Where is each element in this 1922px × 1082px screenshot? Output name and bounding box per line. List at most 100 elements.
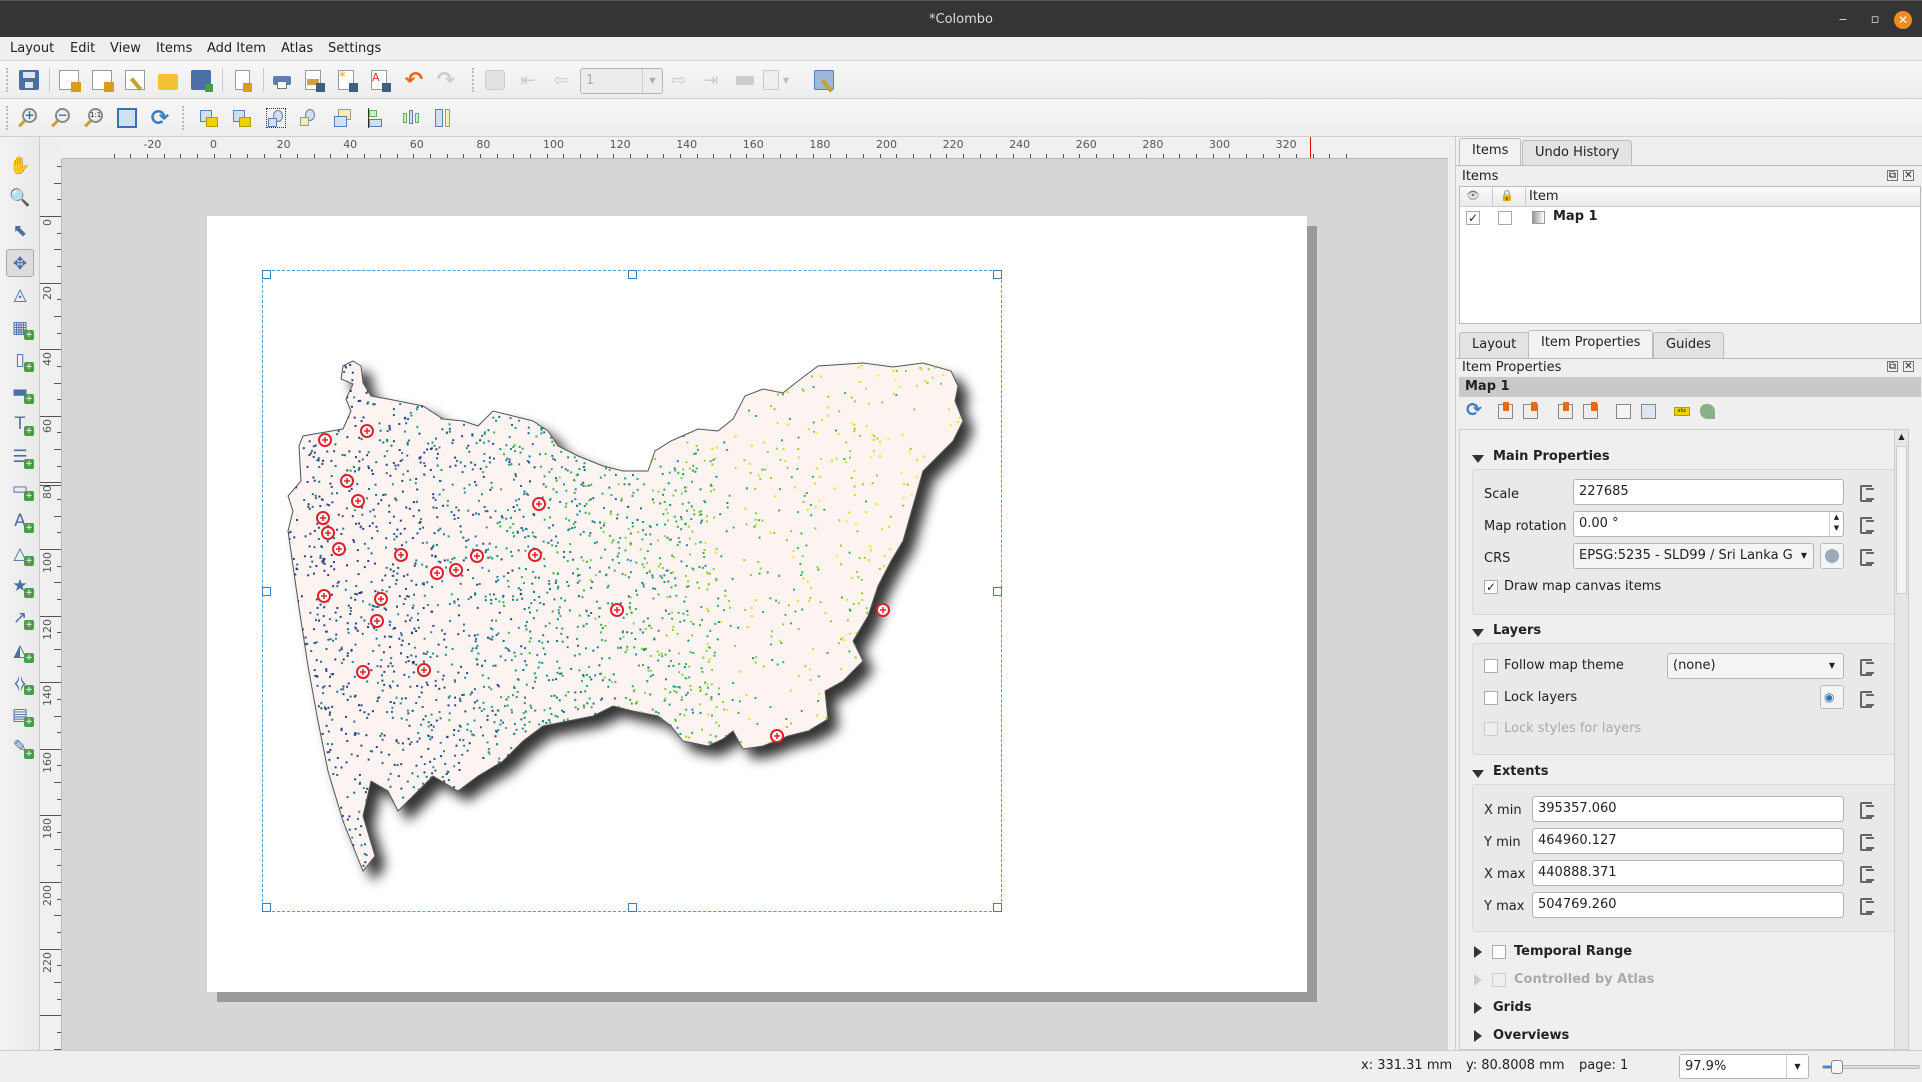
undo-button[interactable]: ↶ [400, 66, 428, 94]
tab-item-properties[interactable]: Item Properties [1528, 330, 1654, 358]
set-scale-icon[interactable] [1558, 402, 1573, 419]
crs-select[interactable]: EPSG:5235 - SLD99 / Sri Lanka G ▼ [1573, 543, 1814, 569]
horizontal-ruler[interactable]: -20 0 20 40 60 80 100 120 140 160 180 200 220 240 260 2… [62, 137, 1448, 159]
lock-layers-checkbox[interactable] [1484, 691, 1498, 705]
export-image-button[interactable] [299, 66, 327, 94]
resize-handle-top-left[interactable] [262, 270, 271, 279]
add-pages-button[interactable] [228, 66, 256, 94]
section-layers[interactable]: Layers [1493, 623, 1541, 638]
float-panel-icon[interactable]: ⧉ [1887, 170, 1898, 181]
float-panel-icon[interactable]: ⧉ [1887, 361, 1898, 372]
tool-move-content-button[interactable]: ✥ [6, 248, 34, 277]
toolbar-grip[interactable] [6, 106, 10, 130]
tool-add-3d-map-button[interactable]: ▦ + [6, 314, 34, 342]
zoom-slider[interactable] [1822, 1060, 1920, 1074]
item-visible-checkbox[interactable]: ✓ [1466, 211, 1480, 225]
data-defined-override-icon[interactable] [1856, 798, 1880, 820]
resize-handle-right[interactable] [993, 587, 1002, 596]
atlas-page-select[interactable]: 1 ▼ [580, 68, 663, 94]
ymax-input[interactable]: 504769.260 [1532, 892, 1844, 918]
collapse-icon[interactable] [1472, 770, 1484, 778]
layout-page[interactable] [207, 216, 1307, 992]
section-grids[interactable]: Grids [1493, 1000, 1532, 1015]
bookmark-icon[interactable] [1616, 404, 1631, 419]
draw-canvas-items-checkbox[interactable]: ✓ [1484, 580, 1498, 594]
tool-add-fixed-table-button[interactable]: ✎ + [6, 733, 34, 761]
menu-layout[interactable]: Layout [10, 41, 54, 56]
zoom-actual-button[interactable]: 1:1 [80, 104, 108, 132]
menu-view[interactable]: View [110, 41, 141, 56]
data-defined-override-icon[interactable] [1856, 513, 1880, 535]
tool-add-attribute-table-button[interactable]: ▤ + [6, 701, 34, 729]
scale-input[interactable]: 227685 [1573, 479, 1844, 505]
tab-undo-history[interactable]: Undo History [1522, 140, 1633, 166]
collapse-icon[interactable] [1472, 455, 1484, 463]
map-rotation-spinbox[interactable]: 0.00 ° ▲ ▼ [1573, 511, 1844, 537]
map-theme-select[interactable]: (none) ▼ [1667, 653, 1844, 679]
scrollbar-thumb[interactable] [1896, 446, 1907, 594]
refresh-preview-icon[interactable]: ⟳ [1466, 399, 1482, 421]
unlock-items-button[interactable] [229, 104, 257, 132]
tool-add-shape-button[interactable]: △ + [6, 540, 34, 568]
tool-add-html-button[interactable]: ⧼⧽ + [6, 669, 34, 697]
save-button[interactable] [15, 66, 43, 94]
print-button[interactable] [268, 66, 296, 94]
item-lock-checkbox[interactable] [1498, 211, 1512, 225]
align-button[interactable] [363, 104, 391, 132]
clipping-icon[interactable] [1700, 404, 1715, 419]
resize-handle-top[interactable] [628, 270, 637, 279]
data-defined-override-icon[interactable] [1856, 655, 1880, 677]
atlas-last-button[interactable]: ⇥ [697, 66, 725, 94]
atlas-preview-button[interactable] [481, 66, 509, 94]
tab-layout[interactable]: Layout [1459, 332, 1530, 358]
atlas-print-button[interactable] [731, 66, 759, 94]
expand-icon[interactable] [1474, 974, 1482, 986]
data-defined-override-icon[interactable] [1856, 481, 1880, 503]
menu-items[interactable]: Items [156, 41, 192, 56]
follow-theme-checkbox[interactable] [1484, 659, 1498, 673]
temporal-range-checkbox[interactable] [1492, 945, 1506, 959]
tool-add-label-button[interactable]: T + [6, 410, 34, 438]
spin-arrows-icon[interactable]: ▲ ▼ [1829, 512, 1843, 536]
section-controlled-by-atlas[interactable]: Controlled by Atlas [1514, 972, 1654, 987]
item-row[interactable]: ✓ Map 1 [1460, 208, 1920, 228]
zoom-out-button[interactable]: − [47, 104, 75, 132]
expand-icon[interactable] [1474, 946, 1482, 958]
set-extent-icon[interactable] [1498, 402, 1513, 419]
distribute-button[interactable] [396, 104, 424, 132]
menu-settings[interactable]: Settings [328, 41, 381, 56]
resize-handle-left[interactable] [262, 587, 271, 596]
new-layout-button[interactable] [55, 66, 83, 94]
tool-add-picture-button[interactable]: ▬ + [6, 378, 34, 406]
section-overviews[interactable]: Overviews [1493, 1028, 1569, 1043]
save-template-button[interactable] [187, 66, 215, 94]
layout-canvas[interactable] [62, 159, 1448, 1050]
scroll-up-icon[interactable]: ▲ [1895, 430, 1908, 444]
select-crs-button[interactable] [1820, 543, 1844, 569]
layer-visibility-button[interactable]: ◉ [1820, 685, 1844, 709]
atlas-export-button[interactable]: ▼ [762, 66, 790, 94]
collapse-icon[interactable] [1472, 629, 1484, 637]
toolbar-grip[interactable] [6, 68, 10, 92]
refresh-button[interactable]: ⟳ [146, 104, 174, 132]
tab-items[interactable]: Items [1459, 138, 1522, 166]
close-panel-icon[interactable]: ✕ [1903, 361, 1914, 372]
lock-items-button[interactable] [196, 104, 224, 132]
tool-add-scale-bar-button[interactable]: ▭ + [6, 475, 34, 503]
resize-handle-top-right[interactable] [993, 270, 1002, 279]
tool-add-map-button[interactable]: ▯ + [6, 346, 34, 374]
zoom-slider-thumb[interactable] [1830, 1060, 1843, 1074]
data-defined-override-icon[interactable] [1856, 862, 1880, 884]
label-settings-icon[interactable]: abc [1674, 407, 1690, 416]
resize-handle-bottom-left[interactable] [262, 903, 271, 912]
group-items-button[interactable] [262, 104, 290, 132]
tab-guides[interactable]: Guides [1653, 332, 1724, 358]
view-extent-icon[interactable] [1523, 402, 1538, 419]
properties-scrollbar[interactable]: ▲ [1894, 430, 1908, 1049]
vertical-ruler[interactable]: 0 20 40 60 80 100 120 140 160 180 200 220 [40, 159, 62, 1050]
tool-add-north-arrow-button[interactable]: A + [6, 507, 34, 535]
layout-manager-button[interactable] [121, 66, 149, 94]
section-extents[interactable]: Extents [1493, 764, 1549, 779]
ymin-input[interactable]: 464960.127 [1532, 828, 1844, 854]
expand-icon[interactable] [1474, 1002, 1482, 1014]
